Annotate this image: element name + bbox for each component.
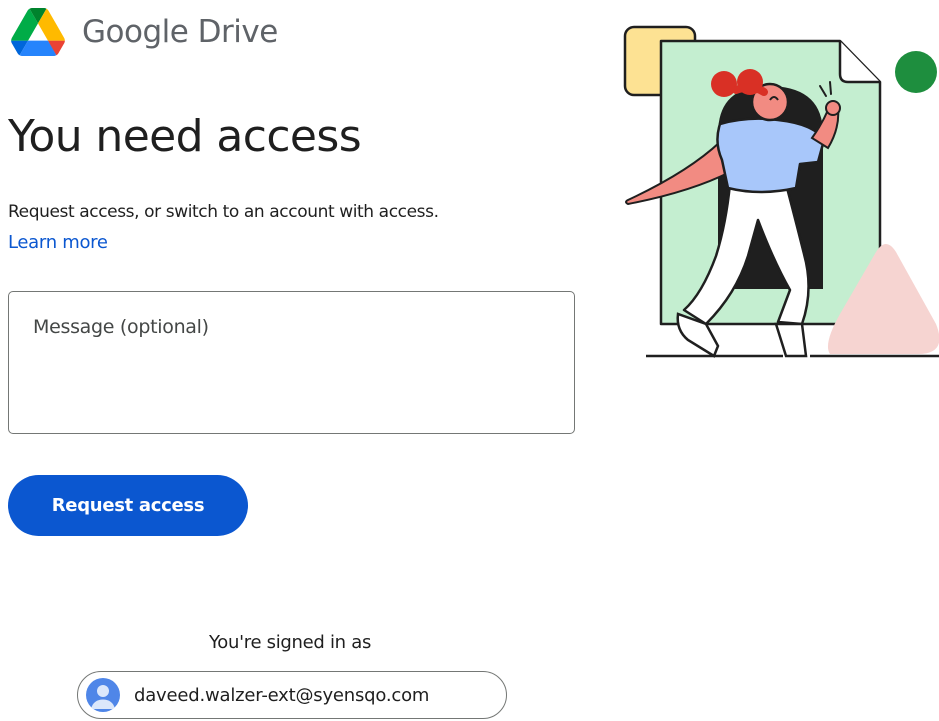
product-name: Google Drive xyxy=(82,13,278,50)
person-icon xyxy=(91,685,115,709)
account-email: daveed.walzer-ext@syensqo.com xyxy=(134,684,430,706)
page-subtitle: Request access, or switch to an account … xyxy=(8,202,439,222)
request-access-button[interactable]: Request access xyxy=(8,475,248,536)
message-input[interactable] xyxy=(8,291,575,434)
google-drive-logo-icon xyxy=(11,8,65,56)
avatar xyxy=(86,678,120,712)
person-entering-document-illustration-icon xyxy=(623,25,939,358)
header: Google Drive xyxy=(10,8,278,56)
signed-in-label: You're signed in as xyxy=(208,632,372,653)
page-title: You need access xyxy=(8,111,362,162)
learn-more-link[interactable]: Learn more xyxy=(8,232,108,254)
account-switcher-chip[interactable]: daveed.walzer-ext@syensqo.com xyxy=(77,671,507,719)
